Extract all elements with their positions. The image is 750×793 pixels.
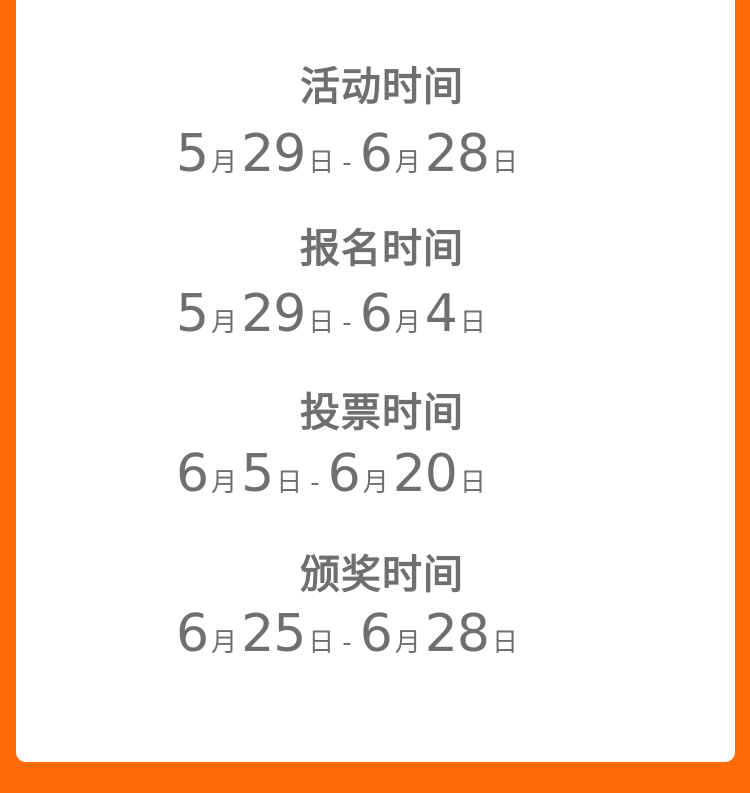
end-month: 6	[359, 284, 393, 344]
schedule-date-range: 5 月29 日 -6 月28 日	[176, 124, 522, 184]
day-unit: 日	[276, 468, 303, 498]
date-separator: -	[342, 308, 352, 338]
end-day: 28	[424, 124, 490, 184]
month-unit: 月	[362, 468, 389, 498]
month-unit: 月	[394, 148, 421, 178]
month-unit: 月	[211, 308, 238, 338]
schedule-label: 活动时间	[300, 64, 464, 110]
schedule-label: 投票时间	[300, 390, 464, 436]
day-unit: 日	[491, 628, 518, 658]
day-unit: 日	[459, 308, 486, 338]
start-month: 5	[176, 284, 209, 344]
start-month: 6	[176, 604, 209, 664]
schedule-label: 颁奖时间	[300, 552, 464, 598]
end-month: 6	[327, 444, 361, 504]
day-unit: 日	[308, 628, 335, 658]
start-day: 25	[241, 604, 306, 664]
date-separator: -	[310, 468, 320, 498]
month-unit: 月	[211, 628, 238, 658]
end-month: 6	[359, 604, 393, 664]
month-unit: 月	[394, 628, 421, 658]
day-unit: 日	[459, 468, 486, 498]
date-separator: -	[342, 628, 352, 658]
schedule-date-range: 5 月29 日 -6 月4 日	[176, 284, 490, 344]
day-unit: 日	[491, 148, 518, 178]
day-unit: 日	[308, 148, 335, 178]
start-month: 5	[176, 124, 209, 184]
start-day: 5	[241, 444, 274, 504]
start-month: 6	[176, 444, 209, 504]
month-unit: 月	[211, 468, 238, 498]
day-unit: 日	[308, 308, 335, 338]
month-unit: 月	[211, 148, 238, 178]
date-separator: -	[342, 148, 352, 178]
schedule-date-range: 6 月25 日 -6 月28 日	[176, 604, 522, 664]
end-day: 28	[424, 604, 490, 664]
end-day: 4	[424, 284, 458, 344]
schedule-date-range: 6 月5 日 -6 月20 日	[176, 444, 490, 504]
schedule-label: 报名时间	[300, 226, 464, 272]
start-day: 29	[241, 124, 306, 184]
end-month: 6	[359, 124, 393, 184]
start-day: 29	[241, 284, 306, 344]
month-unit: 月	[394, 308, 421, 338]
end-day: 20	[392, 444, 458, 504]
